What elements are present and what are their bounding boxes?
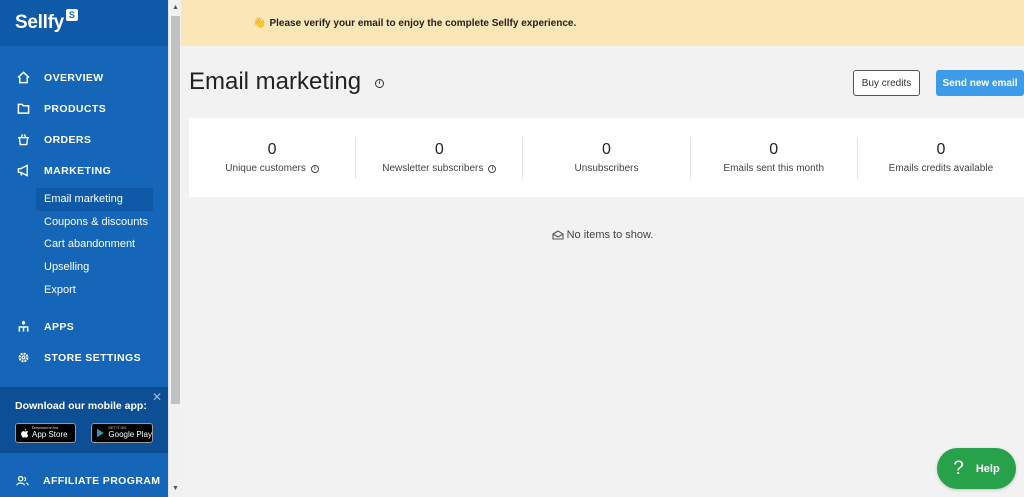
app-store-label: App Store [32,429,68,439]
stat-label: Newsletter subscribers [382,163,484,174]
page-header: Email marketing i Buy credits Send new e… [181,46,1024,118]
users-icon [15,474,29,488]
sidebar-nav: OVERVIEW PRODUCTS ORDERS MARKETING Email… [0,46,168,373]
help-button[interactable]: ? Help [937,448,1016,489]
stat-label: Unique customers [225,163,306,174]
empty-state-text: No items to show. [566,229,654,241]
sidebar-item-store-settings[interactable]: STORE SETTINGS [0,342,168,373]
app-store-badge[interactable]: Download on the App Store [15,423,77,443]
sidebar-item-products[interactable]: PRODUCTS [0,93,168,124]
main-content: 👋 Please verify your email to enjoy the … [181,0,1024,497]
brand-name: Sellfy [15,12,64,33]
envelope-open-icon [552,230,564,240]
buy-credits-button[interactable]: Buy credits [853,70,920,96]
stat-newsletter-subscribers: 0 Newsletter subscribers i [355,136,522,179]
brand-badge: S [65,9,78,21]
store-badges: Download on the App Store GET IT ON Goog… [15,423,168,443]
stat-emails-sent-this-month: 0 Emails sent this month [689,136,857,179]
sidebar-item-orders[interactable]: ORDERS [0,124,168,155]
stat-value: 0 [434,141,444,158]
sidebar-scrollbar[interactable]: ▲ ▼ [168,0,181,497]
sidebar: Sellfy S OVERVIEW PRODUCTS ORDERS MARKET… [0,0,168,497]
wave-icon: 👋 [253,17,266,29]
home-icon [16,71,30,85]
sidebar-item-label: OVERVIEW [44,71,104,84]
info-icon[interactable]: i [375,79,384,88]
info-icon[interactable]: i [488,164,497,173]
stat-email-credits-available: 0 Emails credits available [856,136,1024,179]
sitemap-icon [16,320,30,334]
sidebar-item-label: AFFILIATE PROGRAM [43,474,161,487]
stat-label: Emails credits available [888,163,994,174]
verify-email-banner: 👋 Please verify your email to enjoy the … [181,0,1024,46]
help-label: Help [975,462,1000,475]
sidebar-item-label: MARKETING [44,164,112,177]
marketing-submenu: Email marketing Coupons & discounts Cart… [0,186,168,307]
question-icon: ? [953,457,964,479]
google-play-badge[interactable]: GET IT ON Google Play [91,423,153,443]
mobile-app-promo: Download our mobile app: ✕ Download on t… [0,387,168,453]
stat-label: Emails sent this month [723,163,825,174]
stat-label: Unsubscribers [574,163,639,174]
megaphone-icon [16,164,30,178]
empty-state: No items to show. [181,229,1024,241]
gear-icon [16,351,30,365]
info-icon[interactable]: i [310,164,319,173]
sidebar-item-label: ORDERS [44,133,92,146]
google-play-icon [97,428,105,438]
apple-icon [21,428,29,438]
stat-value: 0 [769,141,779,158]
submenu-coupons-discounts[interactable]: Coupons & discounts [36,211,153,234]
submenu-export[interactable]: Export [36,279,153,302]
sidebar-item-label: STORE SETTINGS [44,351,142,364]
sidebar-item-label: PRODUCTS [44,102,107,115]
banner-text: Please verify your email to enjoy the co… [269,17,577,29]
stats-panel: 0 Unique customers i 0 Newsletter subscr… [189,118,1024,197]
sidebar-item-apps[interactable]: APPS [0,311,168,342]
google-play-label: Google Play [108,429,152,439]
folder-icon [16,102,30,116]
submenu-cart-abandonment[interactable]: Cart abandonment [36,233,153,256]
sidebar-item-affiliate-program[interactable]: AFFILIATE PROGRAM [0,474,168,488]
stat-value: 0 [936,141,946,158]
logo[interactable]: Sellfy S [0,0,168,46]
sidebar-item-marketing[interactable]: MARKETING [0,155,168,186]
page-title: Email marketing [189,68,362,95]
stat-unsubscribers: 0 Unsubscribers [522,136,689,179]
scroll-thumb[interactable] [171,16,180,404]
stat-unique-customers: 0 Unique customers i [189,137,355,179]
basket-icon [16,133,30,147]
send-new-email-button[interactable]: Send new email [936,70,1024,96]
submenu-email-marketing[interactable]: Email marketing [36,188,153,211]
stat-value: 0 [267,141,277,158]
stat-value: 0 [602,141,611,158]
submenu-upselling[interactable]: Upselling [36,256,153,279]
sidebar-item-label: APPS [44,320,75,333]
sidebar-item-overview[interactable]: OVERVIEW [0,62,168,93]
close-icon[interactable]: ✕ [152,390,162,404]
promo-title: Download our mobile app: [15,400,147,412]
